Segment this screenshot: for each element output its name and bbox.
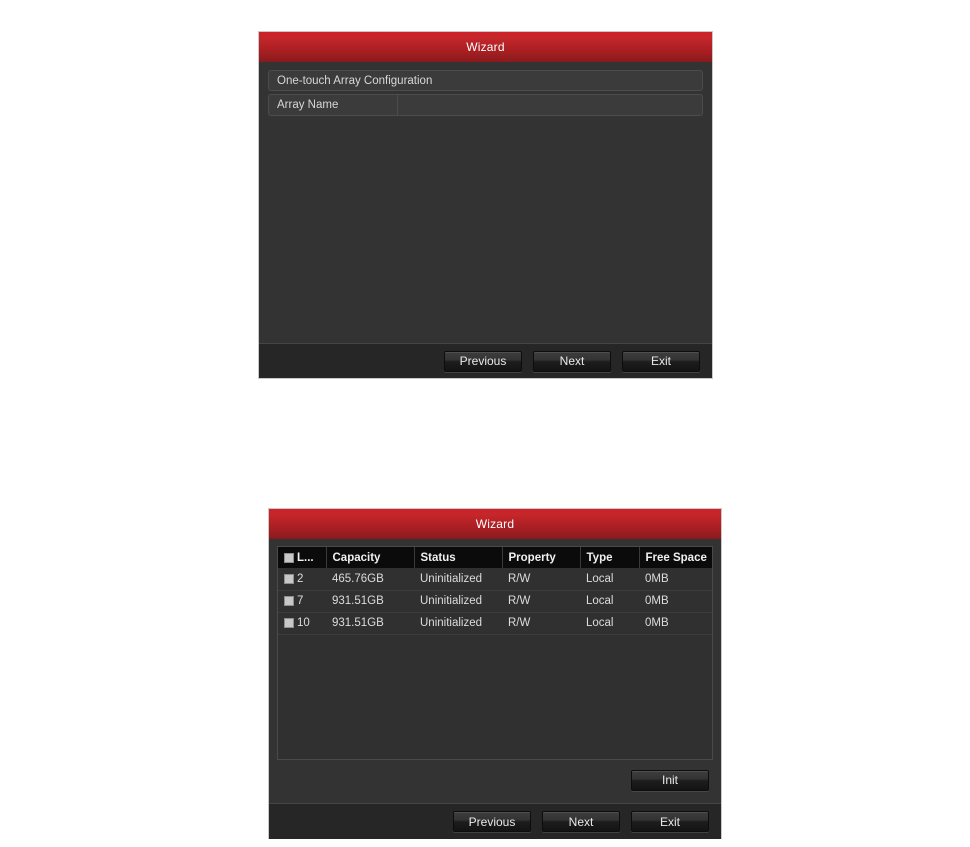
table-row[interactable]: 7 931.51GB Uninitialized R/W Local 0MB — [278, 590, 712, 613]
cell-property: R/W — [502, 568, 580, 591]
hdd-table: L... Capacity Status Property Type Free … — [278, 547, 712, 635]
array-config-body: One-touch Array Configuration Array Name — [259, 62, 712, 343]
array-name-row: Array Name — [268, 94, 703, 116]
cell-property: R/W — [502, 590, 580, 613]
column-header-capacity[interactable]: Capacity — [326, 547, 415, 568]
array-config-wizard-dialog: Wizard One-touch Array Configuration Arr… — [258, 31, 713, 379]
cell-type: Local — [580, 568, 639, 591]
cell-capacity: 931.51GB — [326, 590, 414, 613]
table-row[interactable]: 2 465.76GB Uninitialized R/W Local 0MB — [278, 568, 712, 591]
cell-type: Local — [580, 612, 639, 635]
section-header-label: One-touch Array Configuration — [277, 74, 433, 87]
cell-label: 7 — [278, 590, 326, 613]
column-header-label[interactable]: L... — [278, 547, 327, 568]
cell-capacity: 465.76GB — [326, 568, 414, 591]
array-dialog-footer: Previous Next Exit — [259, 343, 712, 378]
dialog-titlebar: Wizard — [259, 32, 712, 62]
dialog-title: Wizard — [475, 517, 515, 531]
cell-status: Uninitialized — [414, 612, 502, 635]
previous-button[interactable]: Previous — [444, 350, 522, 372]
exit-button[interactable]: Exit — [622, 350, 700, 372]
exit-button[interactable]: Exit — [631, 811, 709, 832]
array-name-label: Array Name — [277, 99, 339, 111]
cell-status: Uninitialized — [414, 568, 502, 591]
cell-property: R/W — [502, 612, 580, 635]
cell-type: Local — [580, 590, 639, 613]
table-row[interactable]: 10 931.51GB Uninitialized R/W Local 0MB — [278, 612, 712, 635]
hdd-table-container: L... Capacity Status Property Type Free … — [277, 546, 713, 760]
array-name-label-cell: Array Name — [268, 94, 398, 116]
cell-label-text: 7 — [297, 595, 304, 607]
cell-free-space: 0MB — [639, 590, 712, 613]
init-button[interactable]: Init — [631, 769, 709, 791]
cell-capacity: 931.51GB — [326, 612, 414, 635]
column-header-type[interactable]: Type — [580, 547, 640, 568]
column-header-free-space[interactable]: Free Space — [639, 547, 712, 568]
cell-label-text: 10 — [297, 617, 310, 629]
row-checkbox[interactable] — [284, 618, 294, 628]
cell-free-space: 0MB — [639, 612, 712, 635]
previous-button[interactable]: Previous — [453, 811, 531, 832]
hdd-dialog-body: L... Capacity Status Property Type Free … — [269, 539, 721, 803]
column-header-status[interactable]: Status — [414, 547, 503, 568]
next-button[interactable]: Next — [542, 811, 620, 832]
array-name-input[interactable] — [398, 94, 703, 116]
cell-free-space: 0MB — [639, 568, 712, 591]
column-header-property[interactable]: Property — [502, 547, 581, 568]
cell-label-text: 2 — [297, 572, 304, 585]
hdd-table-body: 2 465.76GB Uninitialized R/W Local 0MB 7 — [278, 568, 712, 635]
column-header-label-text: L... — [297, 551, 314, 564]
one-touch-array-configuration-header: One-touch Array Configuration — [268, 70, 703, 91]
cell-label: 2 — [278, 568, 326, 591]
hdd-management-wizard-dialog: Wizard L... Capacity Status Property Typ… — [268, 508, 722, 839]
select-all-checkbox[interactable] — [284, 552, 294, 563]
cell-label: 10 — [278, 612, 326, 635]
table-header-row: L... Capacity Status Property Type Free … — [278, 547, 712, 568]
next-button[interactable]: Next — [533, 350, 611, 372]
dialog-title: Wizard — [466, 40, 505, 54]
row-checkbox[interactable] — [284, 573, 294, 584]
init-button-row: Init — [277, 760, 713, 800]
hdd-dialog-footer: Previous Next Exit — [269, 803, 721, 839]
dialog-titlebar: Wizard — [269, 509, 721, 539]
row-checkbox[interactable] — [284, 596, 294, 606]
cell-status: Uninitialized — [414, 590, 502, 613]
